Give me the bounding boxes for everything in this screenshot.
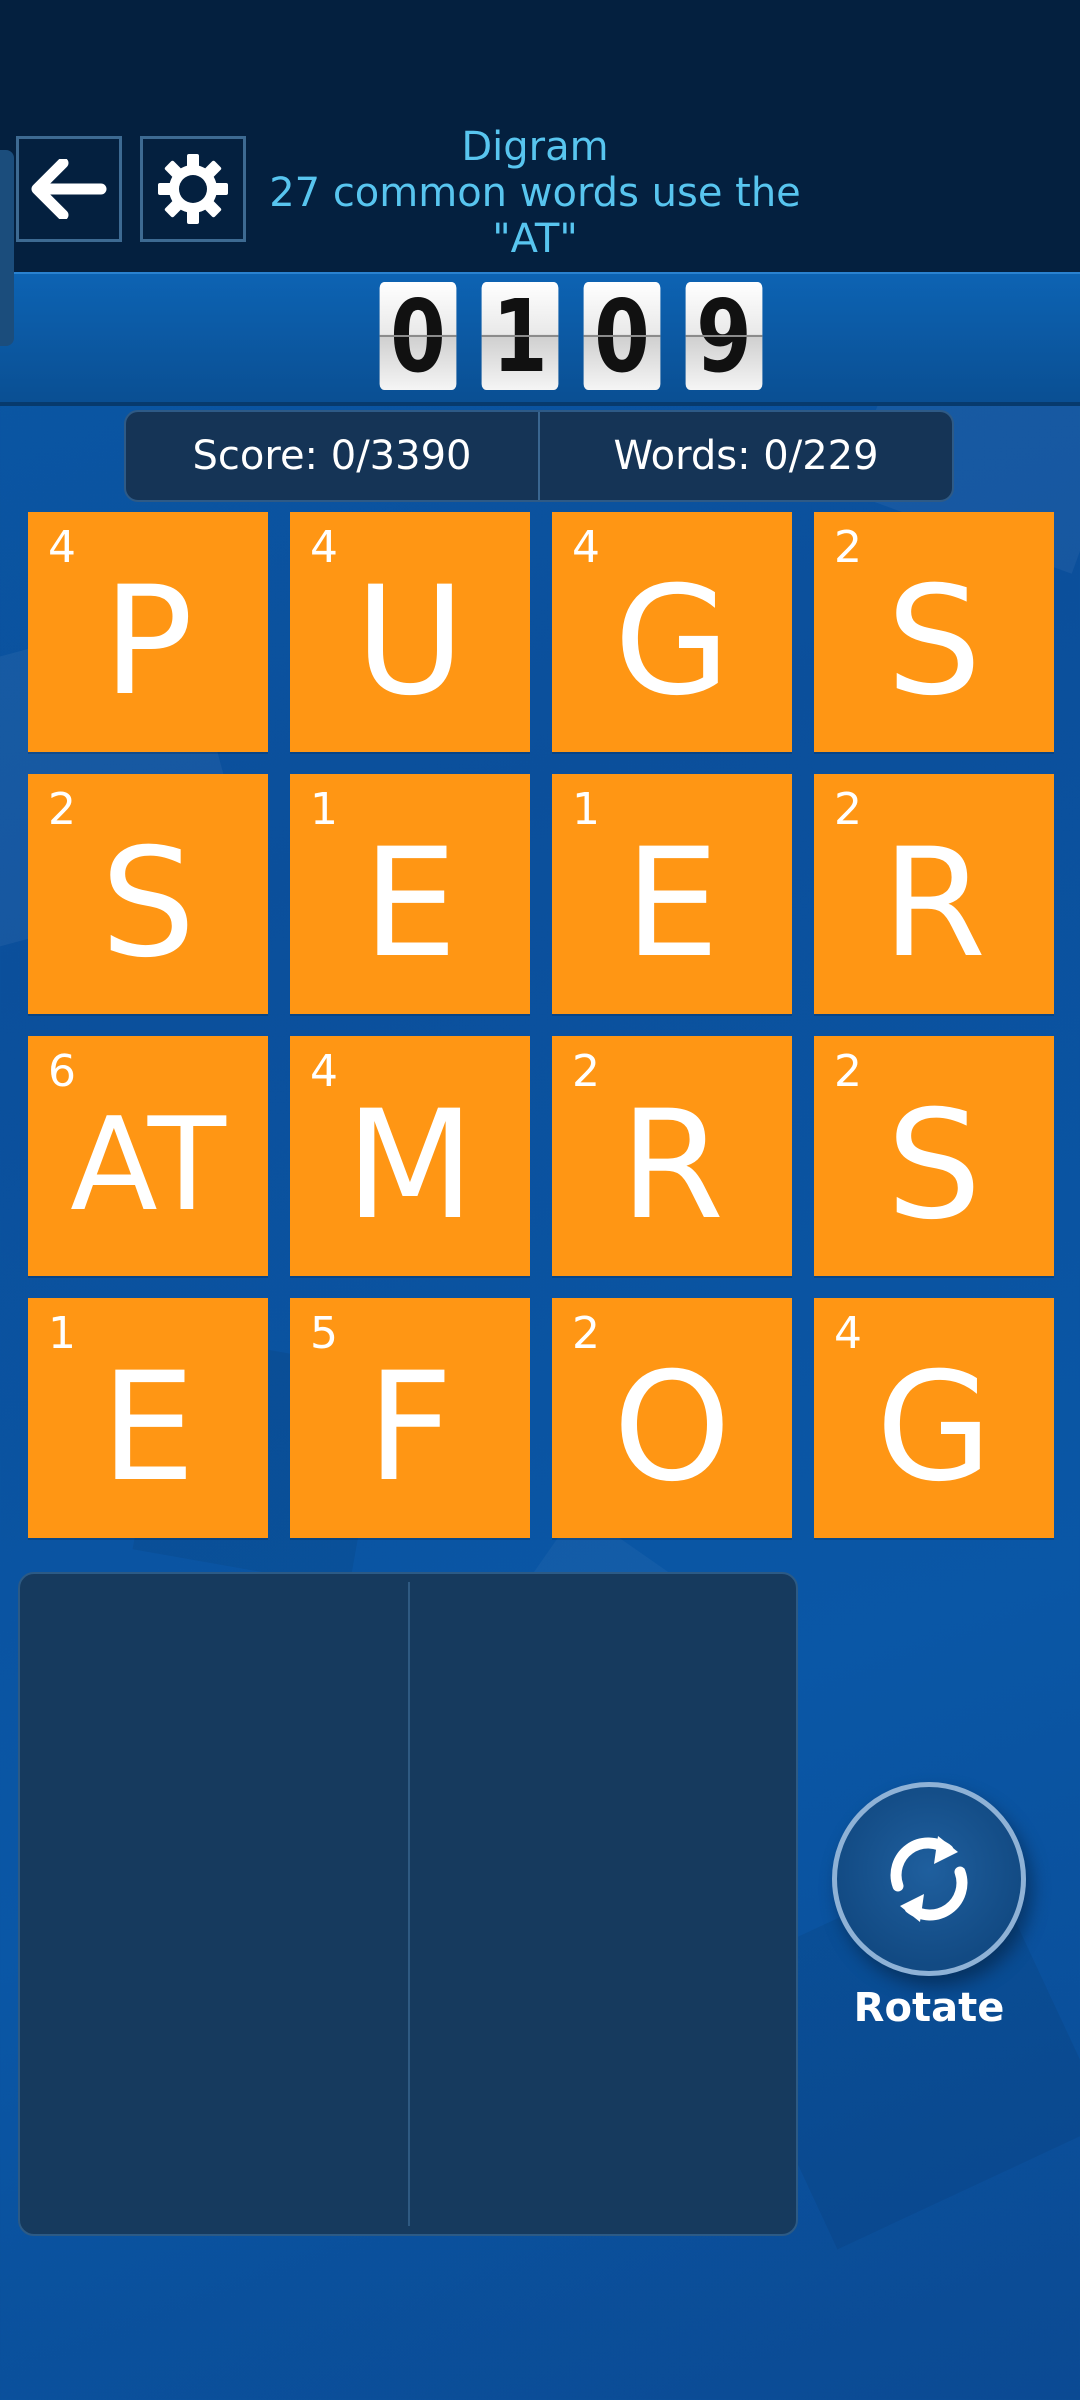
letter-tile[interactable]: 5F: [290, 1298, 530, 1538]
tile-letter: M: [345, 1079, 475, 1253]
words-count: Words: 0/229: [538, 412, 952, 500]
letter-tile[interactable]: 2S: [814, 512, 1054, 752]
letter-tile[interactable]: 1E: [290, 774, 530, 1014]
letter-tile[interactable]: 1E: [28, 1298, 268, 1538]
rotate-label: Rotate: [853, 1985, 1005, 2031]
tile-letter: R: [881, 817, 987, 991]
tile-letter: F: [366, 1341, 454, 1515]
tile-letter: S: [100, 817, 196, 991]
side-drawer-handle[interactable]: [0, 150, 14, 346]
tile-letter: R: [619, 1079, 725, 1253]
arrow-left-icon: [31, 159, 107, 219]
tile-letter: E: [100, 1341, 196, 1515]
letter-tile[interactable]: 4U: [290, 512, 530, 752]
letter-tile[interactable]: 4P: [28, 512, 268, 752]
tile-letter: G: [613, 555, 731, 729]
tile-letter: G: [875, 1341, 993, 1515]
tile-letter: S: [886, 555, 982, 729]
timer-digit: 1: [481, 278, 559, 395]
letter-tile[interactable]: 2O: [552, 1298, 792, 1538]
tile-letter: E: [624, 817, 720, 991]
letter-tile[interactable]: 1E: [552, 774, 792, 1014]
letter-tile[interactable]: 6 AT: [28, 1036, 268, 1276]
tile-letter: S: [886, 1079, 982, 1253]
letter-tile[interactable]: 2R: [814, 774, 1054, 1014]
timer-digit: 0: [379, 278, 457, 395]
back-button[interactable]: [16, 136, 122, 242]
gear-icon: [158, 154, 228, 224]
rotate-button[interactable]: [832, 1782, 1026, 1976]
settings-button[interactable]: [140, 136, 246, 242]
column-divider: [408, 1582, 410, 2226]
letter-grid: 4P 4U 4G 2S 2S 1E 1E 2R 6 AT 4M 2R 2S 1E …: [28, 512, 1054, 1538]
score-value: Score: 0/3390: [192, 433, 472, 479]
found-words-panel[interactable]: [18, 1572, 798, 2236]
tile-letter: U: [355, 555, 465, 729]
letter-tile[interactable]: 4G: [814, 1298, 1054, 1538]
letter-tile[interactable]: 2S: [814, 1036, 1054, 1276]
hint-description: 27 common words use the: [269, 170, 801, 216]
hint-title: Digram: [461, 124, 609, 170]
tile-letter: AT: [70, 1091, 226, 1240]
hint-text: Digram 27 common words use the "AT": [250, 124, 820, 262]
timer-digit: 9: [685, 278, 763, 395]
letter-tile[interactable]: 4M: [290, 1036, 530, 1276]
timer-digit: 0: [583, 278, 661, 395]
letter-tile[interactable]: 4G: [552, 512, 792, 752]
rotate-icon: [890, 1836, 968, 1922]
letter-tile[interactable]: 2S: [28, 774, 268, 1014]
tile-letter: P: [102, 555, 194, 729]
tile-letter: E: [362, 817, 458, 991]
timer-counter: 0 1 0 9: [370, 278, 772, 395]
hint-digram: "AT": [492, 216, 578, 262]
tile-letter: O: [612, 1341, 732, 1515]
letter-tile[interactable]: 2R: [552, 1036, 792, 1276]
score-bar: Score: 0/3390 Words: 0/229: [124, 410, 954, 502]
